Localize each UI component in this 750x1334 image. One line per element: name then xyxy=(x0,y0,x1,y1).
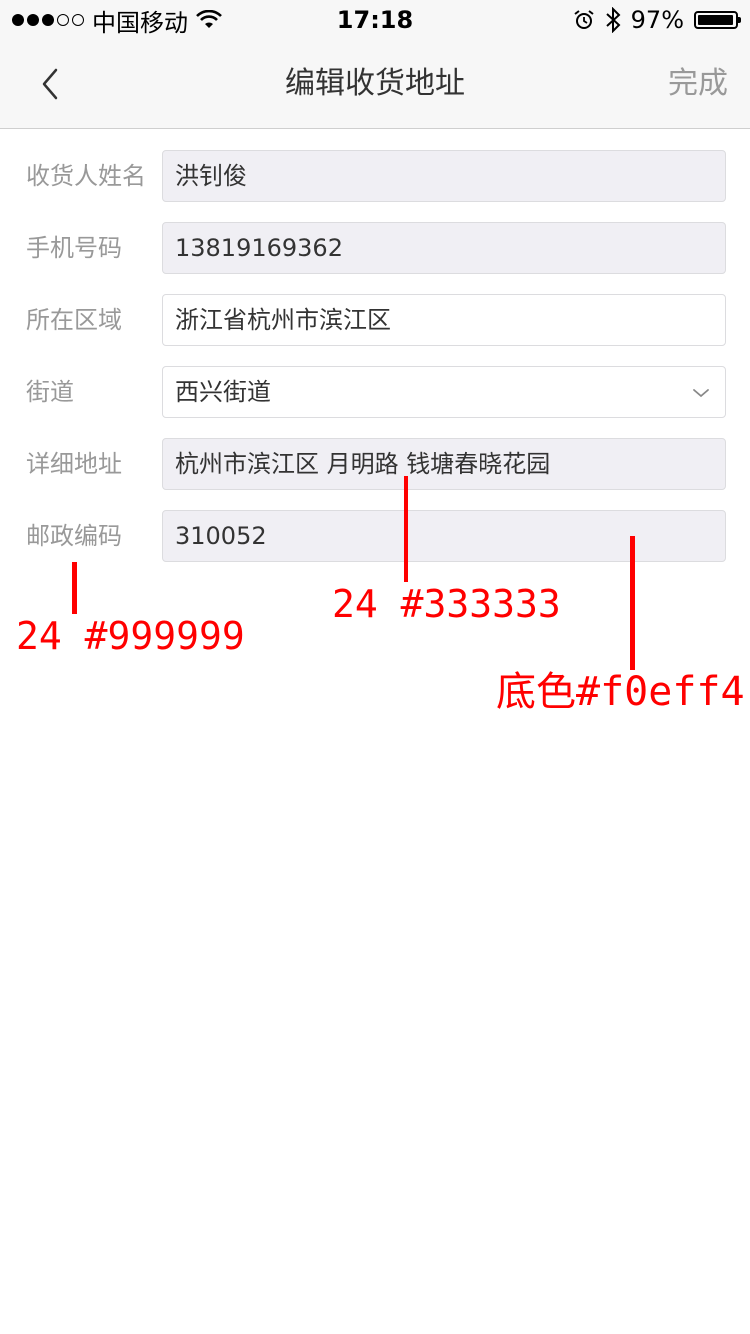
form-row-postal-code: 邮政编码 310052 xyxy=(0,510,750,582)
form-row-region: 所在区域 浙江省杭州市滨江区 xyxy=(0,294,750,366)
form-row-detail-address: 详细地址 杭州市滨江区 月明路 钱塘春晓花园 xyxy=(0,438,750,510)
annotation-line-label xyxy=(72,562,77,614)
recipient-name-label: 收货人姓名 xyxy=(26,162,146,190)
form-row-recipient-name: 收货人姓名 洪钊俊 xyxy=(0,150,750,222)
battery-icon xyxy=(694,11,741,29)
done-button[interactable]: 完成 xyxy=(668,64,728,104)
form-row-street: 街道 西兴街道 xyxy=(0,366,750,438)
page-title: 编辑收货地址 xyxy=(285,66,465,101)
postal-code-label: 邮政编码 xyxy=(26,522,122,550)
phone-label: 手机号码 xyxy=(26,234,122,262)
status-bar: 中国移动 17:18 97% xyxy=(0,0,750,40)
recipient-name-field[interactable]: 洪钊俊 xyxy=(162,150,726,202)
nav-bar: 编辑收货地址 完成 xyxy=(0,40,750,129)
street-select[interactable]: 西兴街道 xyxy=(162,366,726,418)
postal-code-field[interactable]: 310052 xyxy=(162,510,726,562)
status-bar-right: 97% xyxy=(573,4,741,36)
street-label: 街道 xyxy=(26,378,74,406)
annotation-line-bg xyxy=(630,536,635,670)
street-select-value: 西兴街道 xyxy=(175,378,271,406)
annotation-line-value xyxy=(404,476,408,582)
region-label: 所在区域 xyxy=(26,306,122,334)
detail-address-field[interactable]: 杭州市滨江区 月明路 钱塘春晓花园 xyxy=(162,438,726,490)
chevron-down-icon xyxy=(693,389,709,398)
detail-address-label: 详细地址 xyxy=(26,450,122,478)
region-field[interactable]: 浙江省杭州市滨江区 xyxy=(162,294,726,346)
battery-percent: 97% xyxy=(630,6,684,34)
bluetooth-icon xyxy=(605,7,621,33)
annotation-label-spec: 24 #999999 xyxy=(16,614,245,658)
annotation-value-spec: 24 #333333 xyxy=(332,582,561,626)
battery-fill xyxy=(698,15,733,25)
alarm-icon xyxy=(574,10,594,29)
phone-field[interactable]: 13819169362 xyxy=(162,222,726,274)
form-row-phone: 手机号码 13819169362 xyxy=(0,222,750,294)
address-form: 收货人姓名 洪钊俊 手机号码 13819169362 所在区域 浙江省杭州市滨江… xyxy=(0,150,750,582)
annotation-bg-spec: 底色#f0eff4 xyxy=(496,669,745,715)
